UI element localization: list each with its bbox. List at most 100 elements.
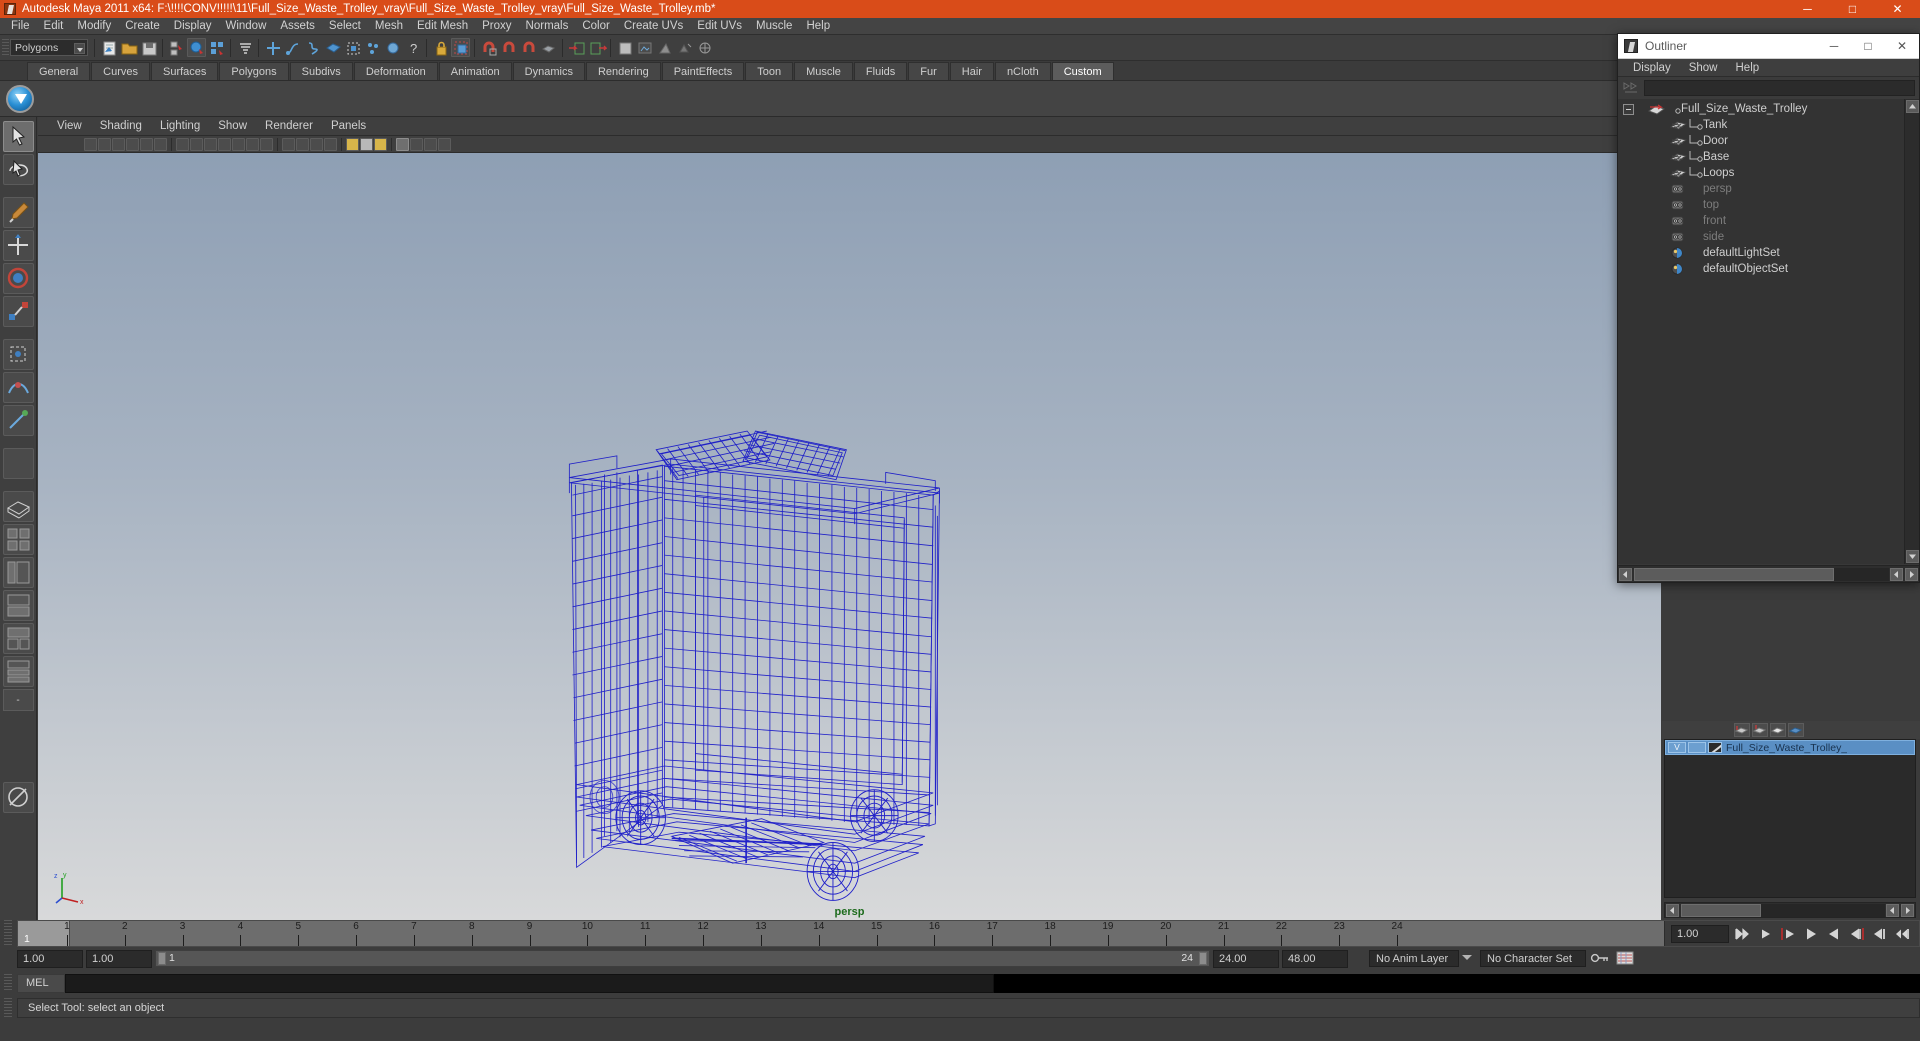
layer-row[interactable]: V Full_Size_Waste_Trolley_ (1665, 740, 1915, 755)
shelf-button-custom[interactable] (6, 84, 34, 113)
current-time-indicator[interactable]: 1 (18, 921, 70, 946)
new-layer-from-selected-icon[interactable] (1752, 723, 1768, 737)
viewport-menu-panels[interactable]: Panels (322, 117, 375, 136)
menu-item-mesh[interactable]: Mesh (368, 18, 410, 35)
command-line-input[interactable] (65, 973, 994, 993)
snap-to-grid-icon[interactable] (263, 38, 282, 57)
gate-mask-icon[interactable] (218, 137, 231, 151)
outliner-item-full_size_waste_trolley[interactable]: Full_Size_Waste_Trolley (1618, 101, 1904, 117)
paint-icon[interactable] (383, 38, 402, 57)
shelf-tab-subdivs[interactable]: Subdivs (289, 62, 353, 80)
viewport-settings-icon[interactable] (438, 137, 451, 151)
outliner-close-button[interactable]: ✕ (1885, 34, 1919, 59)
select-objects-in-layer-icon[interactable] (1770, 723, 1786, 737)
close-button[interactable]: ✕ (1875, 0, 1920, 18)
step-forward-key-button[interactable] (1870, 925, 1890, 943)
layer-options-icon[interactable] (1788, 723, 1804, 737)
magnet-point-icon[interactable] (519, 38, 538, 57)
shelf-tab-rendering[interactable]: Rendering (585, 62, 661, 80)
last-tool-used[interactable] (2, 448, 34, 479)
shelf-tab-custom[interactable]: Custom (1051, 62, 1114, 80)
shelf-tab-deformation[interactable]: Deformation (353, 62, 438, 80)
shelf-tab-toon[interactable]: Toon (745, 62, 794, 80)
output-connections-icon[interactable] (587, 38, 608, 57)
step-back-frame-button[interactable] (1778, 925, 1798, 943)
outliner-item-top[interactable]: top (1618, 197, 1904, 213)
menu-item-create-uvs[interactable]: Create UVs (617, 18, 690, 35)
minimize-button[interactable]: ─ (1785, 0, 1830, 18)
render-settings-icon[interactable] (675, 38, 694, 57)
scroll-left-button-2[interactable] (1886, 903, 1899, 917)
rotate-tool[interactable] (2, 263, 34, 294)
go-to-start-button[interactable] (1732, 925, 1752, 943)
render-region-icon[interactable] (451, 38, 470, 57)
menu-item-assets[interactable]: Assets (273, 18, 322, 35)
step-back-key-button[interactable] (1755, 925, 1775, 943)
menu-item-edit[interactable]: Edit (37, 18, 71, 35)
show-manipulator-tool[interactable] (2, 405, 34, 436)
four-view-layout-icon[interactable] (2, 524, 34, 555)
hypershade-persp-layout-icon[interactable] (2, 623, 34, 654)
resolution-gate-icon[interactable] (204, 137, 217, 151)
outliner-horizontal-scrollbar[interactable] (1618, 565, 1919, 582)
bookmarks-icon[interactable] (126, 137, 139, 151)
outliner-scroll-left-button[interactable] (1619, 567, 1632, 581)
selection-mode-dropdown[interactable]: Polygons (10, 39, 88, 56)
range-start-field[interactable]: 1.00 (17, 949, 83, 968)
persp-graph-hypergraph-layout-icon[interactable] (2, 656, 34, 687)
select-tool[interactable] (2, 121, 34, 152)
scale-tool[interactable] (2, 296, 34, 327)
select-by-component-type-icon[interactable] (207, 38, 226, 57)
shadows-icon[interactable] (374, 137, 387, 151)
time-slider[interactable]: 1 1 2 3 4 5 6 7 8 9 10 11 12 13 14 15 16 17 18 19 20 21 22 23 2… (17, 920, 1920, 947)
safe-title-icon[interactable] (260, 137, 273, 151)
outliner-menu-help[interactable]: Help (1727, 59, 1769, 77)
outliner-item-door[interactable]: Door (1618, 133, 1904, 149)
outliner-item-defaultobjectset[interactable]: defaultObjectSet (1618, 261, 1904, 277)
snap-to-curve-icon[interactable] (283, 38, 302, 57)
lasso-tool[interactable] (2, 154, 34, 185)
anim-layer-dropdown[interactable]: No Anim Layer (1369, 950, 1472, 967)
shaded-wireframe-icon[interactable] (324, 137, 337, 151)
menu-item-edit-mesh[interactable]: Edit Mesh (410, 18, 475, 35)
help-icon[interactable]: ? (403, 38, 422, 57)
lock-camera-icon[interactable] (98, 137, 111, 151)
filter-icon[interactable] (1622, 80, 1640, 96)
layer-list-horizontal-scrollbar[interactable] (1664, 902, 1916, 918)
isolate-select-icon[interactable] (424, 137, 437, 151)
outliner-item-side[interactable]: side (1618, 229, 1904, 245)
outliner-minimize-button[interactable]: ─ (1817, 34, 1851, 59)
playback-end-field[interactable]: 24.00 (1213, 949, 1279, 968)
scroll-right-button[interactable] (1901, 903, 1914, 917)
play-forwards-button[interactable] (1824, 925, 1844, 943)
outliner-search-input[interactable] (1644, 80, 1915, 96)
scroll-up-button[interactable] (1906, 100, 1919, 113)
layer-name[interactable]: Full_Size_Waste_Trolley_ (1726, 742, 1847, 754)
scrollbar-thumb[interactable] (1681, 903, 1761, 917)
select-by-object-type-icon[interactable] (187, 38, 206, 57)
scroll-down-button[interactable] (1906, 550, 1919, 563)
magnet-grid-icon[interactable] (479, 38, 498, 57)
range-slider[interactable]: 1 24 (155, 950, 1210, 967)
outliner-maximize-button[interactable]: □ (1851, 34, 1885, 59)
construction-history-icon[interactable] (615, 38, 634, 57)
field-chart-icon[interactable] (232, 137, 245, 151)
xray-icon[interactable] (396, 137, 409, 151)
outliner-item-persp[interactable]: persp (1618, 181, 1904, 197)
outliner-scrollbar-track[interactable] (1834, 567, 1889, 581)
make-live-icon[interactable] (363, 38, 382, 57)
help-line-grip[interactable] (4, 998, 12, 1018)
menu-item-display[interactable]: Display (167, 18, 219, 35)
outliner-scrollbar-thumb[interactable] (1634, 567, 1834, 581)
persp-graph-layout-icon[interactable] (2, 590, 34, 621)
menu-item-muscle[interactable]: Muscle (749, 18, 799, 35)
go-to-end-button[interactable] (1893, 925, 1913, 943)
input-connections-icon[interactable] (567, 38, 586, 57)
film-gate-icon[interactable] (190, 137, 203, 151)
use-default-lighting-icon[interactable] (346, 137, 359, 151)
menu-item-file[interactable]: File (4, 18, 37, 35)
menu-item-color[interactable]: Color (575, 18, 616, 35)
shelf-tab-ncloth[interactable]: nCloth (994, 62, 1051, 80)
shelf-tab-polygons[interactable]: Polygons (219, 62, 289, 80)
display-layer-list[interactable]: V Full_Size_Waste_Trolley_ (1664, 739, 1916, 898)
